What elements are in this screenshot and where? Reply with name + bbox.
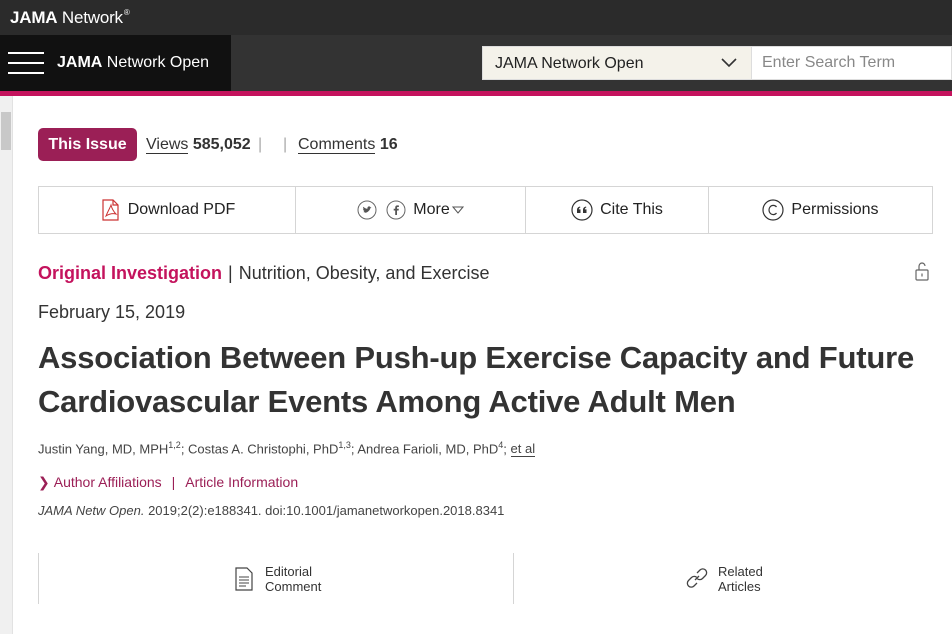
author-name[interactable]: Costas A. Christophi, PhD <box>188 441 338 456</box>
author-name[interactable]: Andrea Farioli, MD, PhD <box>357 441 498 456</box>
journal-header: JAMA Network Open JAMA Network Open <box>0 35 952 91</box>
editorial-line1: Editorial <box>265 564 312 579</box>
share-more-button[interactable]: More <box>296 187 526 233</box>
permissions-button[interactable]: Permissions <box>709 187 932 233</box>
citation: JAMA Netw Open. 2019;2(2):e188341. doi:1… <box>38 503 504 518</box>
logo-reg: ® <box>123 8 130 17</box>
separator: | <box>171 474 176 490</box>
copyright-icon <box>762 199 785 221</box>
category-separator: | <box>228 263 233 283</box>
link-icon <box>686 568 708 588</box>
download-pdf-label: Download PDF <box>127 201 236 218</box>
journal-title-rest: Network Open <box>102 54 210 71</box>
citation-details: 2019;2(2):e188341. doi:10.1001/jamanetwo… <box>144 503 505 518</box>
editorial-line2: Comment <box>265 579 322 594</box>
related-articles-card[interactable]: Related Articles <box>513 553 933 604</box>
separator: | <box>283 136 288 153</box>
accent-divider <box>0 91 952 96</box>
chevron-right-icon: ❯ <box>38 474 50 490</box>
views-metric[interactable]: Views 585,052 <box>146 136 251 154</box>
network-bar: JAMA Network® <box>0 0 952 35</box>
logo-bold: JAMA <box>10 8 58 27</box>
caret-down-icon <box>451 206 464 214</box>
et-al-link[interactable]: et al <box>510 441 536 458</box>
comments-metric[interactable]: Comments 16 <box>298 136 398 154</box>
scrollbar-thumb[interactable] <box>1 112 11 150</box>
jama-network-logo[interactable]: JAMA Network® <box>10 8 130 28</box>
journal-title-bold: JAMA <box>57 54 103 71</box>
journal-select[interactable]: JAMA Network Open <box>482 46 752 80</box>
this-issue-button[interactable]: This Issue <box>38 128 137 161</box>
article-toolbar: Download PDF More Cite This Permissions <box>38 186 933 234</box>
author-name[interactable]: Justin Yang, MD, MPH <box>38 441 168 456</box>
article-type-link[interactable]: Original Investigation <box>38 263 222 283</box>
editorial-comment-label: Editorial Comment <box>265 564 321 594</box>
chevron-down-icon <box>721 58 737 68</box>
scrollbar[interactable] <box>0 96 13 634</box>
unlock-icon <box>915 262 929 281</box>
logo-rest: Network <box>57 8 123 27</box>
article-topic-link[interactable]: Nutrition, Obesity, and Exercise <box>239 263 490 283</box>
permissions-label: Permissions <box>791 201 879 218</box>
facebook-icon[interactable] <box>386 200 406 220</box>
comments-value: 16 <box>379 136 398 153</box>
more-label: More <box>413 201 450 218</box>
article-category: Original Investigation | Nutrition, Obesit… <box>38 263 490 284</box>
menu-icon[interactable] <box>8 52 44 76</box>
author-affiliations-link[interactable]: Author Affiliations <box>54 474 162 490</box>
author-affiliation-marker: 1,2 <box>168 440 181 450</box>
twitter-icon[interactable] <box>357 200 377 220</box>
comments-label: Comments <box>298 136 376 154</box>
views-label: Views <box>146 136 189 154</box>
journal-title[interactable]: JAMA Network Open <box>57 54 209 72</box>
citation-journal: JAMA Netw Open. <box>38 503 145 518</box>
author-list: Justin Yang, MD, MPH1,2; Costas A. Chris… <box>38 440 536 458</box>
editorial-comment-card[interactable]: Editorial Comment <box>38 553 513 604</box>
related-articles-label: Related Articles <box>718 564 763 594</box>
related-line2: Articles <box>718 579 761 594</box>
cite-this-label: Cite This <box>600 201 663 218</box>
journal-header-left: JAMA Network Open <box>0 35 231 91</box>
article-information-link[interactable]: Article Information <box>185 474 298 490</box>
related-cards: Editorial Comment Related Articles <box>38 553 933 604</box>
journal-select-value: JAMA Network Open <box>495 55 644 72</box>
views-value: 585,052 <box>192 136 251 153</box>
related-line1: Related <box>718 564 763 579</box>
author-affiliation-marker: 1,3 <box>338 440 351 450</box>
download-pdf-button[interactable]: Download PDF <box>39 187 296 233</box>
article-title: Association Between Push-up Exercise Cap… <box>38 340 914 419</box>
article-meta-links: ❯ Author Affiliations | Article Information <box>38 474 298 491</box>
separator: | <box>258 136 263 153</box>
publication-date: February 15, 2019 <box>38 302 186 322</box>
author-affiliation-marker: 4 <box>498 440 504 450</box>
pdf-icon <box>102 199 119 221</box>
search-input[interactable] <box>752 46 952 80</box>
quote-icon <box>571 199 593 221</box>
document-icon <box>235 567 253 591</box>
cite-this-button[interactable]: Cite This <box>526 187 709 233</box>
